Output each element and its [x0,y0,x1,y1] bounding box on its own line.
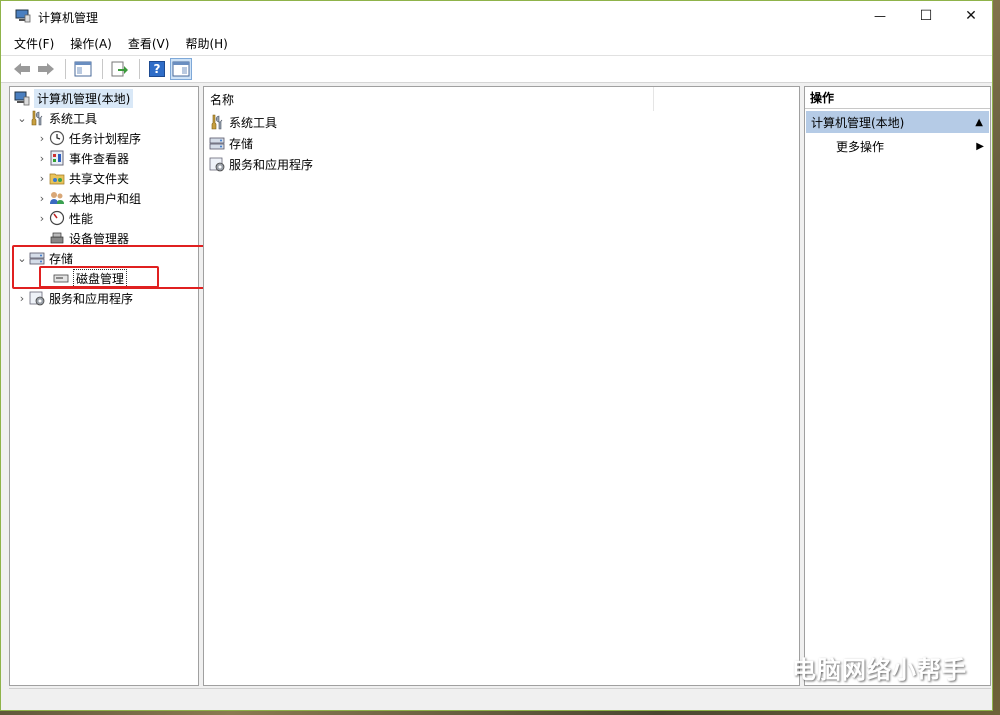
action-section-label: 计算机管理(本地) [811,115,905,130]
forward-button[interactable] [35,58,57,80]
device-manager-icon [50,232,64,244]
tree-item-label: 事件查看器 [69,151,130,166]
action-item-label: 更多操作 [836,139,885,154]
computer-management-app-icon [15,9,31,23]
toolbar-separator [139,59,140,79]
tree-item-label: 设备管理器 [69,231,130,246]
console-tree-pane[interactable]: 计算机管理(本地) ⌄ 系统工具 › 任务计划程序 › 事件查看器 › 共享文件… [9,86,208,686]
watermark: 电脑网络小帮手 [748,650,967,685]
storage-icon [209,137,225,150]
window-title: 计算机管理 [38,11,99,25]
tree-item-services-applications[interactable]: › 服务和应用程序 [15,288,133,308]
menu-help[interactable]: 帮助(H) [185,35,227,52]
performance-icon [49,210,65,226]
tree-item-label: 计算机管理(本地) [34,88,134,108]
forward-arrow-icon [38,63,54,75]
menu-bar: 文件(F) 操作(A) 查看(V) 帮助(H) [1,31,992,55]
action-pane-title: 操作 [805,87,990,109]
chevron-right-icon[interactable]: › [35,172,49,185]
chevron-right-icon[interactable]: › [35,132,49,145]
toolbar-separator [65,59,66,79]
shared-folder-icon [49,173,65,185]
list-item-label: 存储 [229,136,254,151]
collapse-arrow-icon[interactable]: ▲ [975,117,983,128]
show-hide-action-pane-button[interactable] [170,58,192,80]
column-header-label: 名称 [210,92,235,107]
wechat-logo-icon [748,653,787,682]
tree-item-label: 服务和应用程序 [49,291,134,306]
event-viewer-icon [50,150,64,166]
results-list-pane[interactable]: 名称 系统工具 存储 服务和应用程序 [203,86,800,686]
help-icon-glyph: ? [153,62,161,76]
tree-item-label: 共享文件夹 [69,171,130,186]
list-item-services-applications[interactable]: 服务和应用程序 [209,154,313,174]
chevron-right-icon[interactable]: › [35,152,49,165]
maximize-icon: ☐ [919,8,933,24]
list-item-system-tools[interactable]: 系统工具 [209,112,277,132]
action-pane: 操作 计算机管理(本地) ▲ 更多操作 ▶ [804,86,991,686]
tree-item-performance[interactable]: › 性能 [35,208,93,228]
list-item-label: 服务和应用程序 [229,157,314,172]
watermark-text: 电脑网络小帮手 [792,656,967,684]
action-item-more-actions[interactable]: 更多操作 ▶ [805,135,990,157]
menu-action[interactable]: 操作(A) [70,35,112,52]
tools-icon [211,114,223,130]
tree-item-local-users-groups[interactable]: › 本地用户和组 [35,188,141,208]
export-list-icon [111,61,128,77]
close-button[interactable]: ✕ [948,1,994,31]
services-icon [209,157,225,172]
export-list-button[interactable] [109,58,131,80]
show-hide-console-tree-icon [74,61,92,77]
users-icon [50,192,64,204]
close-icon: ✕ [965,8,977,24]
chevron-down-icon[interactable]: ⌄ [15,112,29,125]
tools-icon [31,110,43,126]
show-hide-action-pane-icon [172,61,190,77]
tree-item-event-viewer[interactable]: › 事件查看器 [35,148,129,168]
back-button[interactable] [11,58,33,80]
clock-icon [49,130,65,146]
menu-file[interactable]: 文件(F) [14,35,54,52]
services-icon [29,291,45,306]
chevron-right-icon[interactable]: › [15,292,29,305]
toolbar: ? [1,55,992,83]
minimize-icon: — [874,9,886,23]
submenu-arrow-icon: ▶ [976,140,984,152]
title-bar[interactable]: 计算机管理 — ☐ ✕ [1,1,992,31]
computer-management-icon [14,91,30,106]
chevron-right-icon[interactable]: › [35,192,49,205]
menu-view[interactable]: 查看(V) [128,35,170,52]
tree-item-label: 性能 [69,211,94,226]
tree-item-task-scheduler[interactable]: › 任务计划程序 [35,128,141,148]
chevron-right-icon[interactable]: › [35,212,49,225]
minimize-button[interactable]: — [857,1,903,31]
tree-item-label: 本地用户和组 [69,191,142,206]
computer-management-window: 计算机管理 — ☐ ✕ 文件(F) 操作(A) 查看(V) 帮助(H) ? 计算… [0,0,993,711]
help-icon: ? [149,61,165,77]
tree-item-computer-management-local[interactable]: 计算机管理(本地) [14,88,134,108]
tree-item-label: 任务计划程序 [69,131,142,146]
action-section-computer-management[interactable]: 计算机管理(本地) ▲ [806,111,989,133]
highlight-box-disk-management [39,266,159,288]
tree-item-label: 系统工具 [49,111,98,126]
help-button[interactable]: ? [146,58,168,80]
column-header-name[interactable]: 名称 [204,87,654,111]
maximize-button[interactable]: ☐ [903,1,949,31]
toolbar-separator [102,59,103,79]
list-item-label: 系统工具 [229,115,278,130]
status-bar [9,688,991,708]
back-arrow-icon [14,63,30,75]
show-hide-console-tree-button[interactable] [72,58,94,80]
tree-item-shared-folders[interactable]: › 共享文件夹 [35,168,129,188]
list-item-storage[interactable]: 存储 [209,133,253,153]
tree-item-system-tools[interactable]: ⌄ 系统工具 [15,108,97,128]
